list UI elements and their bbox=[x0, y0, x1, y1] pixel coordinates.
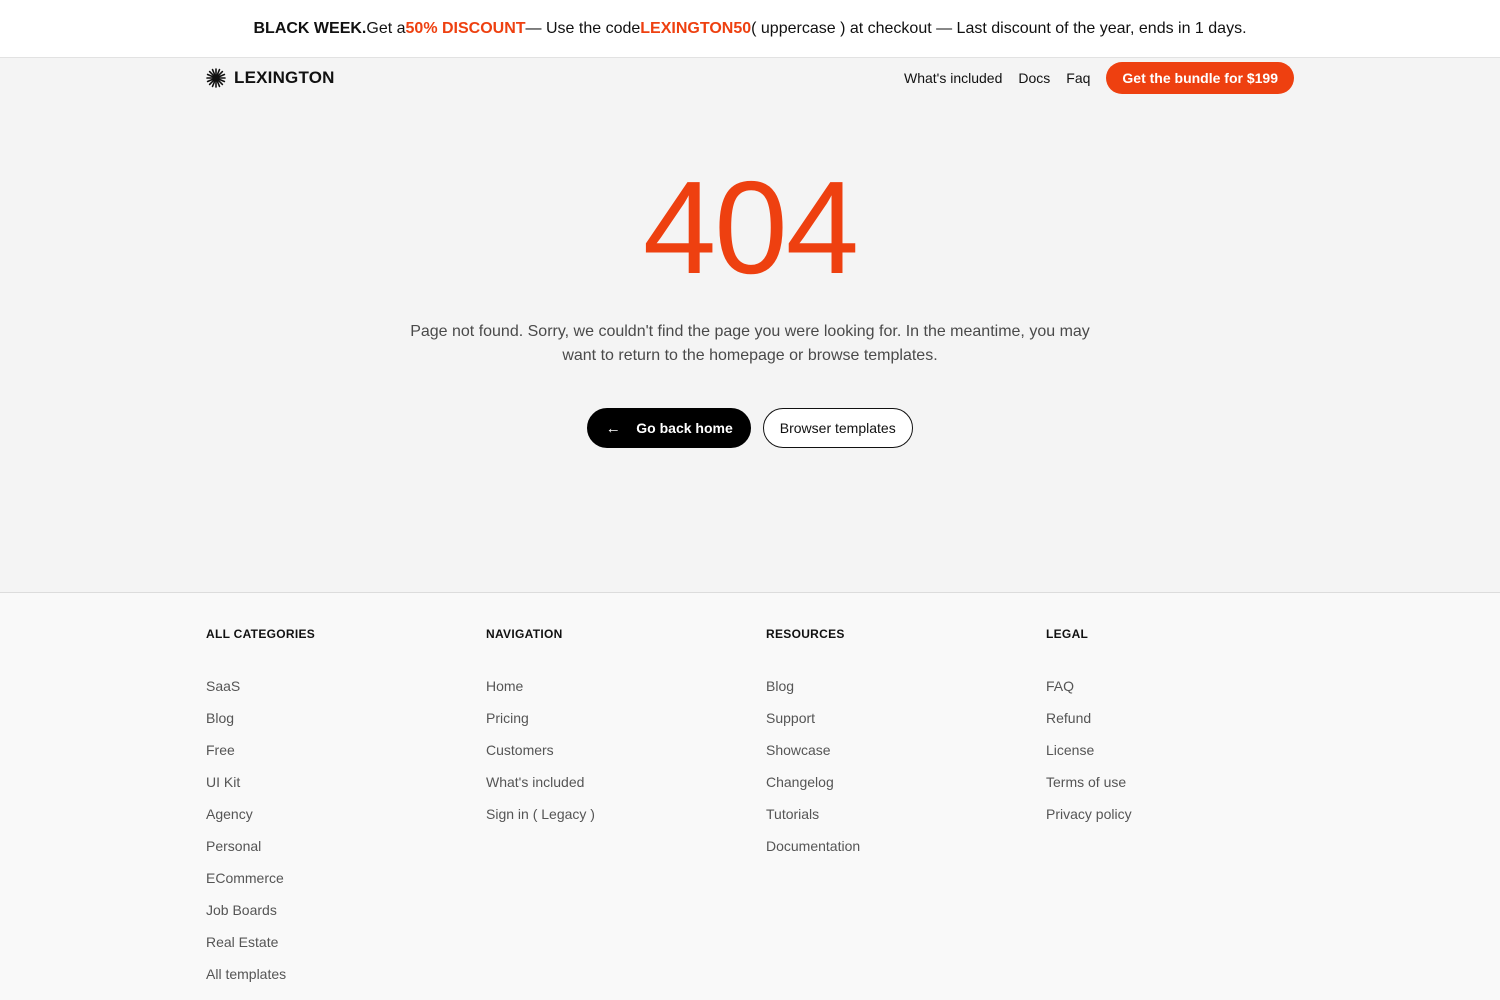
footer-link[interactable]: Personal bbox=[206, 838, 261, 854]
footer-link[interactable]: Blog bbox=[206, 710, 234, 726]
logo-link[interactable]: LEXINGTON bbox=[206, 68, 335, 88]
footer-link[interactable]: Terms of use bbox=[1046, 774, 1126, 790]
promo-discount: 50% DISCOUNT bbox=[405, 19, 526, 37]
footer-link[interactable]: FAQ bbox=[1046, 678, 1074, 694]
hero-actions: ← Go back home Browser templates bbox=[0, 408, 1500, 448]
footer-column-title: RESOURCES bbox=[766, 627, 845, 641]
footer-column-title: NAVIGATION bbox=[486, 627, 563, 641]
footer-link[interactable]: Tutorials bbox=[766, 806, 819, 822]
nav-link-whats-included[interactable]: What's included bbox=[904, 70, 1002, 86]
footer-link[interactable]: Pricing bbox=[486, 710, 529, 726]
get-bundle-button[interactable]: Get the bundle for $199 bbox=[1106, 62, 1294, 94]
footer-column-navigation: NAVIGATION Home Pricing Customers What's… bbox=[486, 627, 746, 838]
promo-text: Get a bbox=[366, 19, 406, 37]
footer-link[interactable]: Real Estate bbox=[206, 934, 278, 950]
footer-column-legal: LEGAL FAQ Refund License Terms of use Pr… bbox=[1046, 627, 1306, 838]
promo-text: ( uppercase ) at checkout — Last discoun… bbox=[751, 19, 1247, 37]
footer-column-categories: ALL CATEGORIES SaaS Blog Free UI Kit Age… bbox=[206, 627, 466, 998]
nav-link-docs[interactable]: Docs bbox=[1018, 70, 1050, 86]
error-message: Page not found. Sorry, we couldn't find … bbox=[410, 323, 1090, 364]
browse-templates-button[interactable]: Browser templates bbox=[762, 408, 913, 448]
footer-link[interactable]: UI Kit bbox=[206, 774, 240, 790]
promo-lead: BLACK WEEK. bbox=[253, 19, 367, 37]
footer-link[interactable]: Privacy policy bbox=[1046, 806, 1132, 822]
sunburst-icon bbox=[206, 68, 226, 88]
logo-text: LEXINGTON bbox=[234, 68, 335, 87]
error-hero: 404 Page not found. Sorry, we couldn't f… bbox=[0, 98, 1500, 592]
footer-link[interactable]: Documentation bbox=[766, 838, 860, 854]
main-nav: What's included Docs Faq Get the bundle … bbox=[904, 62, 1294, 94]
footer-link[interactable]: Job Boards bbox=[206, 902, 277, 918]
footer-link[interactable]: Changelog bbox=[766, 774, 834, 790]
footer-link[interactable]: Blog bbox=[766, 678, 794, 694]
footer-link[interactable]: SaaS bbox=[206, 678, 240, 694]
error-code: 404 bbox=[642, 154, 859, 301]
footer-link[interactable]: Showcase bbox=[766, 742, 831, 758]
go-back-home-label: Go back home bbox=[636, 420, 733, 436]
promo-text: — Use the code bbox=[525, 19, 641, 37]
footer-link[interactable]: Free bbox=[206, 742, 235, 758]
footer-link[interactable]: License bbox=[1046, 742, 1094, 758]
footer-link[interactable]: Agency bbox=[206, 806, 253, 822]
footer-column-resources: RESOURCES Blog Support Showcase Changelo… bbox=[766, 627, 1026, 870]
footer-link[interactable]: Refund bbox=[1046, 710, 1091, 726]
site-header: LEXINGTON What's included Docs Faq Get t… bbox=[206, 58, 1294, 98]
footer-link[interactable]: What's included bbox=[486, 774, 584, 790]
footer-column-title: LEGAL bbox=[1046, 627, 1089, 641]
footer-link[interactable]: Support bbox=[766, 710, 815, 726]
promo-code: LEXINGTON50 bbox=[640, 19, 752, 37]
footer-link[interactable]: Sign in ( Legacy ) bbox=[486, 806, 595, 822]
go-back-home-button[interactable]: ← Go back home bbox=[587, 408, 751, 448]
site-footer: ALL CATEGORIES SaaS Blog Free UI Kit Age… bbox=[0, 592, 1500, 1000]
footer-column-title: ALL CATEGORIES bbox=[206, 627, 316, 641]
footer-link[interactable]: Customers bbox=[486, 742, 554, 758]
footer-link[interactable]: All templates bbox=[206, 966, 286, 982]
footer-link[interactable]: Home bbox=[486, 678, 523, 694]
arrow-left-icon: ← bbox=[605, 419, 621, 437]
promo-banner: BLACK WEEK. Get a 50% DISCOUNT — Use the… bbox=[0, 0, 1500, 58]
nav-link-faq[interactable]: Faq bbox=[1066, 70, 1090, 86]
footer-link[interactable]: ECommerce bbox=[206, 870, 284, 886]
